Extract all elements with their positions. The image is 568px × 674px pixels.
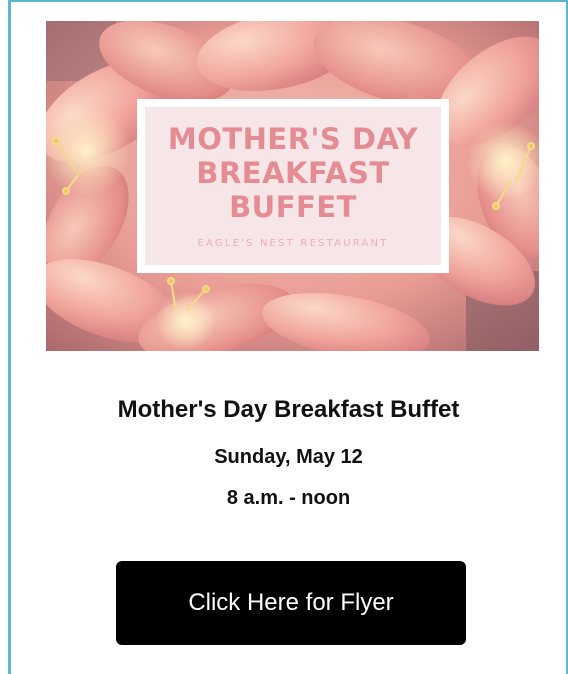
frame-border-top <box>8 0 568 2</box>
hero-title-card-inner: MOTHER'S DAY BREAKFAST BUFFET EAGLE'S NE… <box>145 107 441 265</box>
flyer-button[interactable]: Click Here for Flyer <box>116 561 466 645</box>
email-content-frame: MOTHER'S DAY BREAKFAST BUFFET EAGLE'S NE… <box>0 0 568 674</box>
event-date: Sunday, May 12 <box>214 446 363 468</box>
hero-banner-image: MOTHER'S DAY BREAKFAST BUFFET EAGLE'S NE… <box>46 21 539 351</box>
hero-title: MOTHER'S DAY BREAKFAST BUFFET <box>167 122 419 224</box>
frame-border-left <box>8 0 11 674</box>
event-time: 8 a.m. - noon <box>226 487 351 509</box>
hero-subtitle: EAGLE'S NEST RESTAURANT <box>197 238 389 249</box>
event-title: Mother's Day Breakfast Buffet <box>117 396 460 423</box>
hero-title-card: MOTHER'S DAY BREAKFAST BUFFET EAGLE'S NE… <box>137 99 449 273</box>
